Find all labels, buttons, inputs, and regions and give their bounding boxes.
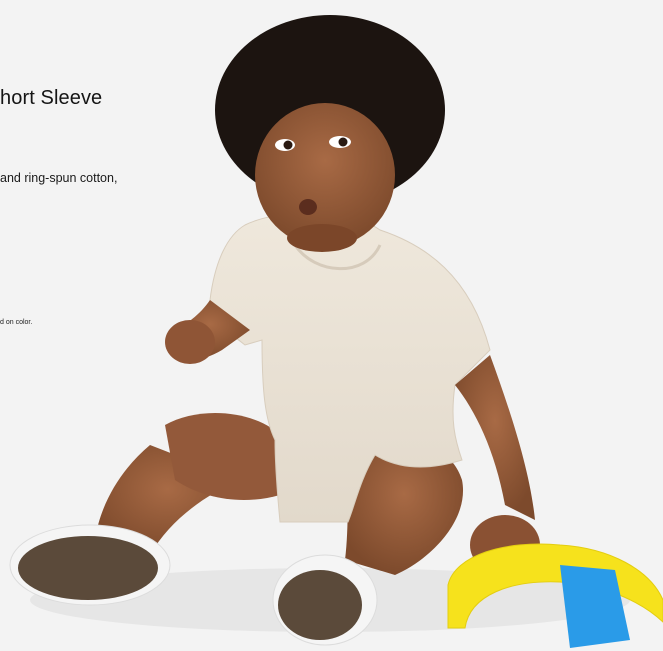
product-description: and ring-spun cotton, <box>0 171 118 185</box>
color-note: d on color. <box>0 319 33 326</box>
product-copy: hort Sleeve and ring-spun cotton, d on c… <box>0 0 663 651</box>
product-page: hort Sleeve and ring-spun cotton, d on c… <box>0 0 663 651</box>
product-title: hort Sleeve <box>0 87 103 109</box>
